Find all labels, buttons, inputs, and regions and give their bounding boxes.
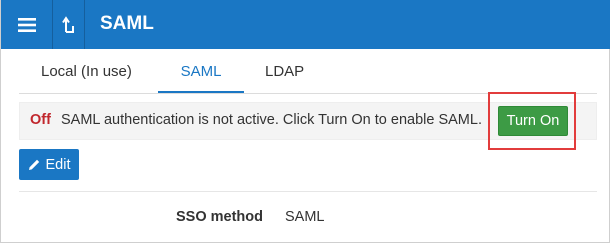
back-arrow-icon bbox=[61, 15, 74, 33]
tab-ldap[interactable]: LDAP bbox=[265, 49, 304, 91]
edit-button-label: Edit bbox=[45, 156, 71, 173]
hamburger-icon bbox=[17, 17, 36, 32]
tab-local[interactable]: Local (In use) bbox=[41, 49, 132, 91]
banner-message: SAML authentication is not active. Click… bbox=[61, 112, 482, 128]
tab-saml[interactable]: SAML bbox=[158, 49, 244, 94]
section-divider bbox=[19, 191, 597, 192]
pencil-icon bbox=[28, 159, 39, 170]
sso-method-label: SSO method bbox=[176, 209, 264, 225]
app-header: SAML bbox=[1, 0, 610, 49]
sso-method-value: SAML bbox=[285, 209, 325, 225]
edit-button[interactable]: Edit bbox=[19, 149, 79, 180]
app-frame: SAML Local (In use) SAML LDAP Off SAML a… bbox=[0, 0, 610, 243]
turn-on-button[interactable]: Turn On bbox=[498, 106, 568, 136]
status-badge: Off bbox=[30, 112, 51, 128]
menu-button[interactable] bbox=[1, 0, 53, 49]
page-title: SAML bbox=[100, 13, 154, 34]
tab-bar: Local (In use) SAML LDAP bbox=[1, 49, 610, 94]
back-button[interactable] bbox=[53, 0, 85, 49]
